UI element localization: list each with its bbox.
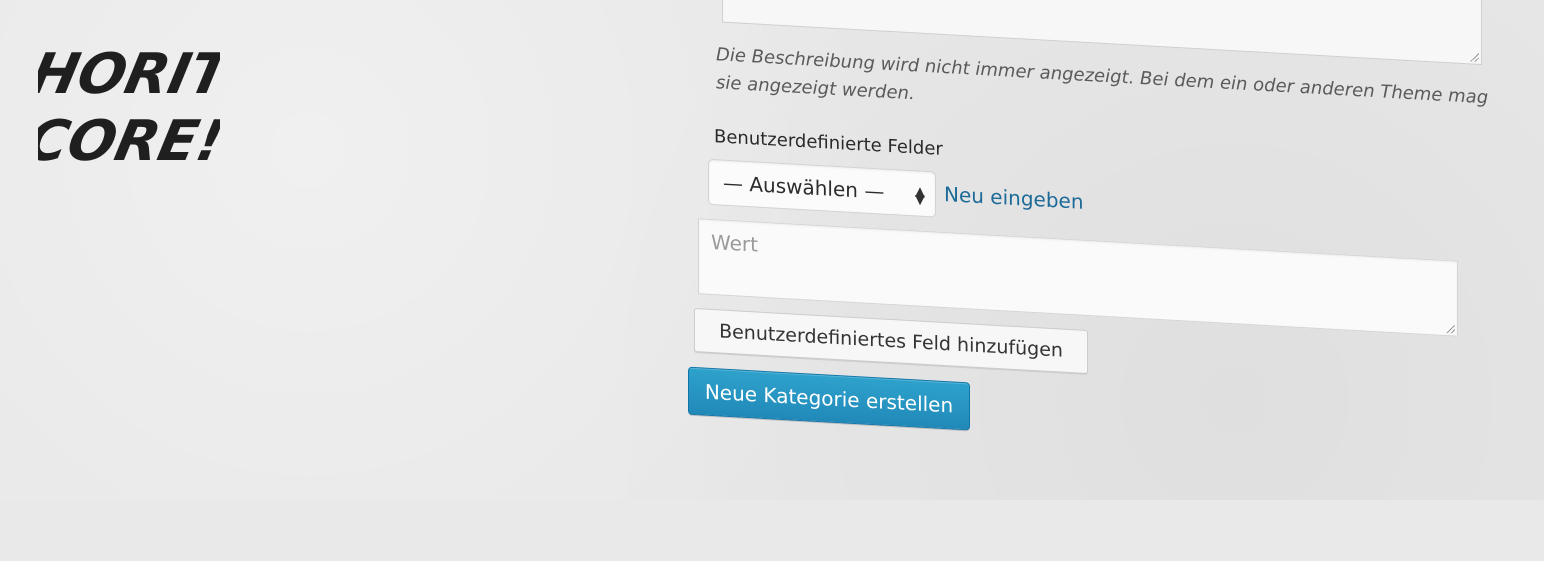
custom-fields-label: Benutzerdefinierte Felder xyxy=(714,126,943,160)
select-arrows-icon: ▲ ▼ xyxy=(915,184,925,208)
custom-field-select[interactable]: — Auswählen — ▲ ▼ xyxy=(708,158,936,218)
select-value: — Auswählen — xyxy=(723,170,885,204)
brand-line-1: HORIT xyxy=(38,42,220,107)
brand-line-2: CORE! xyxy=(38,109,220,174)
resize-handle-icon[interactable] xyxy=(1469,51,1479,62)
resize-handle-icon[interactable] xyxy=(1445,323,1455,334)
value-placeholder: Wert xyxy=(711,229,758,257)
new-field-link[interactable]: Neu eingeben xyxy=(944,182,1084,214)
brand-logo: HORIT CORE! xyxy=(38,42,220,174)
add-custom-field-button[interactable]: Benutzerdefiniertes Feld hinzufügen xyxy=(694,308,1088,375)
category-form: Die Beschreibung wird nicht immer angeze… xyxy=(640,0,1520,561)
create-category-button[interactable]: Neue Kategorie erstellen xyxy=(688,366,970,431)
